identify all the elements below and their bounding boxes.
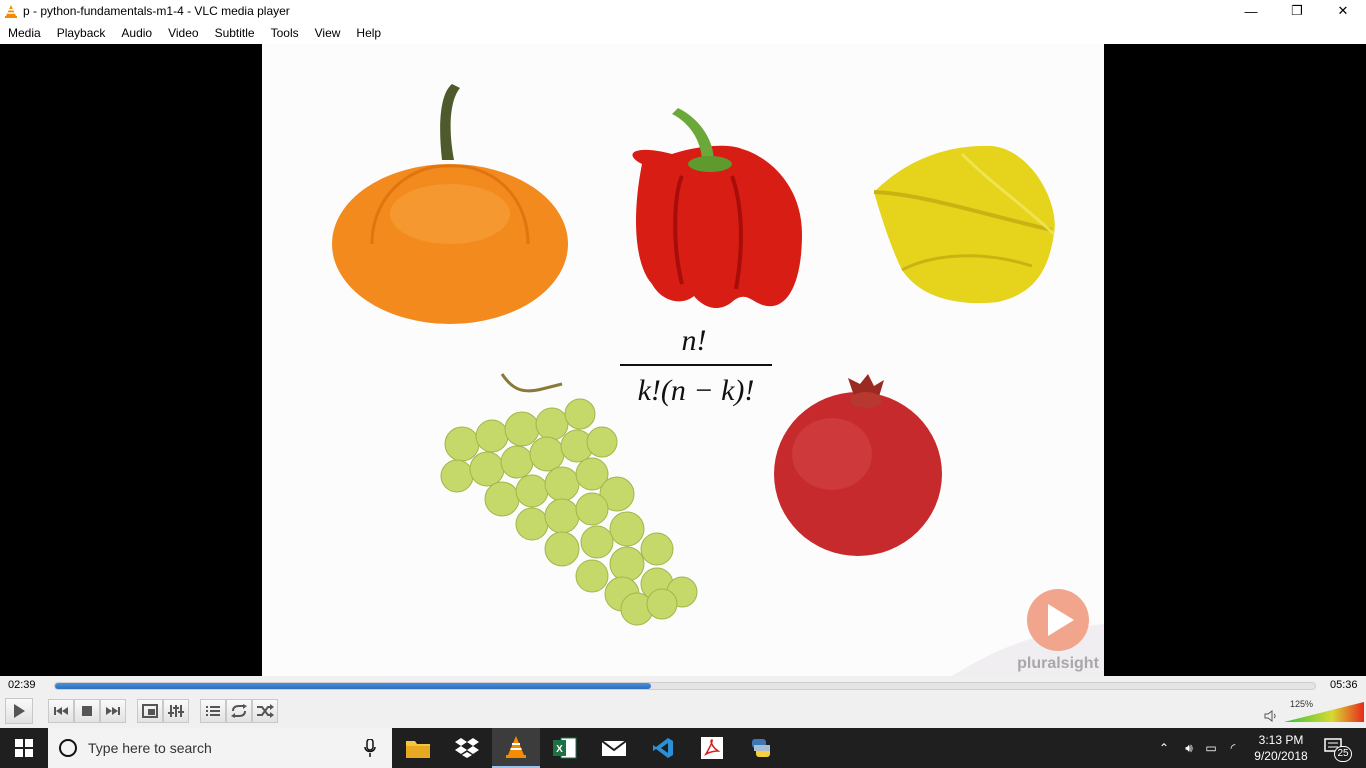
shuffle-button[interactable] <box>252 699 278 723</box>
show-hidden-icons-icon[interactable]: ⌃ <box>1156 741 1172 755</box>
seek-slider[interactable] <box>54 682 1316 690</box>
taskbar-file-explorer[interactable] <box>394 728 442 768</box>
speaker-icon[interactable]: 🔊︎ <box>1178 741 1200 756</box>
pluralsight-logo-icon: pluralsight <box>952 589 1104 676</box>
next-button[interactable] <box>100 699 126 723</box>
menu-playback[interactable]: Playback <box>49 26 114 40</box>
pumpkin-image <box>332 84 568 324</box>
shuffle-icon <box>257 704 274 718</box>
search-placeholder: Type here to search <box>88 740 212 756</box>
vlc-cone-icon <box>506 736 526 758</box>
action-center-button[interactable]: 25 <box>1322 736 1352 762</box>
control-bar: 125% <box>0 696 1366 728</box>
play-icon <box>14 704 25 718</box>
close-button[interactable]: ✕ <box>1320 0 1366 22</box>
clock-date: 9/20/2018 <box>1254 749 1308 763</box>
notification-badge: 25 <box>1334 746 1352 762</box>
slide-illustration: n! k!(n − k)! pluralsight <box>332 84 1104 676</box>
equalizer-icon <box>168 705 184 717</box>
elapsed-time: 02:39 <box>8 679 36 691</box>
taskbar-mail[interactable] <box>590 728 638 768</box>
seek-row: 02:39 05:36 <box>0 676 1366 696</box>
previous-icon <box>54 707 68 715</box>
taskbar-excel[interactable]: X <box>541 728 589 768</box>
stop-button[interactable] <box>74 699 100 723</box>
start-button[interactable] <box>0 728 48 768</box>
taskbar: Type here to search X ⌃ 🔊︎ ▭ ◜ 3:13 PM 9… <box>0 728 1366 768</box>
menu-audio[interactable]: Audio <box>113 26 160 40</box>
menu-help[interactable]: Help <box>348 26 389 40</box>
system-tray: ⌃ 🔊︎ ▭ ◜ <box>1156 728 1244 768</box>
taskbar-acrobat[interactable] <box>688 728 736 768</box>
playlist-icon <box>206 706 220 716</box>
stop-icon <box>82 706 92 716</box>
combination-formula: n! k!(n − k)! <box>620 324 772 407</box>
taskbar-python[interactable] <box>737 728 785 768</box>
formula-denominator: k!(n − k)! <box>638 374 755 407</box>
battery-icon[interactable]: ▭ <box>1200 741 1222 755</box>
play-button[interactable] <box>5 698 33 724</box>
acrobat-icon <box>701 737 723 759</box>
taskbar-dropbox[interactable] <box>443 728 491 768</box>
total-time: 05:36 <box>1330 679 1358 691</box>
starfruit-image <box>873 145 1056 304</box>
taskbar-vscode[interactable] <box>639 728 687 768</box>
clock-time: 3:13 PM <box>1258 733 1304 747</box>
minimize-button[interactable]: — <box>1228 0 1274 22</box>
menu-subtitle[interactable]: Subtitle <box>207 26 263 40</box>
pomegranate-image <box>774 374 942 556</box>
previous-button[interactable] <box>48 699 74 723</box>
volume-icon[interactable] <box>1264 710 1278 722</box>
fullscreen-button[interactable] <box>137 699 163 723</box>
loop-icon <box>231 704 247 718</box>
menu-tools[interactable]: Tools <box>263 26 307 40</box>
menu-video[interactable]: Video <box>160 26 206 40</box>
volume-level-fill <box>1284 702 1364 722</box>
vscode-icon <box>653 738 673 758</box>
taskbar-vlc[interactable] <box>492 728 540 768</box>
cortana-icon <box>59 739 77 757</box>
menu-media[interactable]: Media <box>0 26 49 40</box>
wifi-icon[interactable]: ◜ <box>1222 741 1244 755</box>
excel-icon: X <box>553 737 577 759</box>
watermark-text: pluralsight <box>1017 655 1099 672</box>
formula-numerator: n! <box>682 324 707 357</box>
fullscreen-icon <box>142 704 158 718</box>
pepper-image <box>632 108 802 309</box>
volume-slider[interactable]: 125% <box>1284 699 1364 722</box>
grapes-image <box>440 373 698 626</box>
extended-settings-button[interactable] <box>163 699 189 723</box>
seek-progress-fill <box>55 683 651 689</box>
dropbox-icon <box>455 738 479 758</box>
folder-icon <box>406 741 430 758</box>
menu-bar: Media Playback Audio Video Subtitle Tool… <box>0 22 1366 44</box>
title-bar: p - python-fundamentals-m1-4 - VLC media… <box>0 0 1366 22</box>
next-icon <box>106 707 120 715</box>
python-icon <box>752 739 770 757</box>
loop-button[interactable] <box>226 699 252 723</box>
windows-logo-icon <box>15 739 33 757</box>
video-area[interactable]: n! k!(n − k)! pluralsight <box>0 44 1366 676</box>
vlc-logo-icon <box>5 5 17 18</box>
microphone-icon[interactable] <box>364 739 376 757</box>
window-title: p - python-fundamentals-m1-4 - VLC media… <box>23 4 290 18</box>
svg-text:X: X <box>556 744 563 755</box>
video-frame: n! k!(n − k)! pluralsight <box>262 44 1104 676</box>
menu-view[interactable]: View <box>307 26 349 40</box>
restore-button[interactable]: ❐ <box>1274 0 1320 22</box>
mail-icon <box>602 740 626 756</box>
search-box[interactable]: Type here to search <box>48 728 392 768</box>
playlist-button[interactable] <box>200 699 226 723</box>
clock[interactable]: 3:13 PM 9/20/2018 <box>1248 732 1314 764</box>
